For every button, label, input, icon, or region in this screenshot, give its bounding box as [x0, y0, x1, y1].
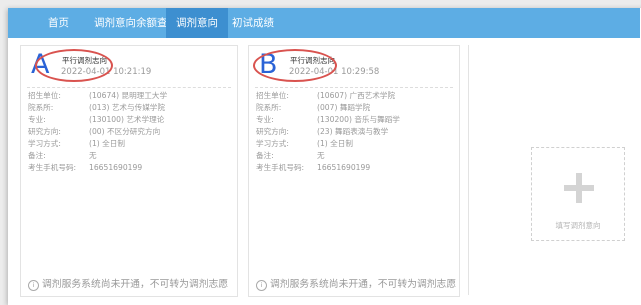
nav-item-exam-scores[interactable]: 初试成绩	[232, 8, 274, 38]
nav-item-home[interactable]: 首页	[48, 8, 69, 38]
field-remark: 备注: 无	[28, 150, 238, 162]
notice-text: 调剂服务系统尚未开通，不可转为调剂志愿	[42, 279, 229, 290]
nav-item-adjust-intent[interactable]: 调剂意向	[166, 8, 228, 38]
field-value: 16651690199	[89, 163, 143, 172]
intent-card-a: A 平行调剂志向 2022-04-01 10:21:19 招生单位: (1067…	[20, 45, 238, 297]
field-department: 院系所: (007) 舞蹈学院	[256, 102, 466, 114]
top-nav: 首页 调剂意向余额查询 调剂意向 初试成绩	[8, 8, 640, 38]
field-label: 考生手机号码:	[28, 163, 77, 172]
field-value: (013) 艺术与传媒学院	[89, 103, 165, 112]
field-label: 招生单位:	[256, 91, 289, 100]
field-label: 学习方式:	[28, 139, 61, 148]
field-unit: 招生单位: (10674) 昆明理工大学	[28, 90, 238, 102]
card-notice: i 调剂服务系统尚未开通，不可转为调剂志愿	[28, 276, 228, 291]
field-department: 院系所: (013) 艺术与传媒学院	[28, 102, 238, 114]
field-value: (23) 舞蹈表演与教学	[317, 127, 389, 136]
card-fields: 招生单位: (10674) 昆明理工大学 院系所: (013) 艺术与传媒学院 …	[28, 90, 238, 174]
field-value: 16651690199	[317, 163, 371, 172]
field-value: (00) 不区分研究方向	[89, 127, 161, 136]
add-intent-label: 填写调剂意向	[555, 221, 601, 230]
field-major: 专业: (130100) 艺术学理论	[28, 114, 238, 126]
info-icon: i	[28, 280, 39, 291]
field-label: 招生单位:	[28, 91, 61, 100]
field-label: 研究方向:	[256, 127, 289, 136]
field-phone: 考生手机号码: 16651690199	[256, 162, 466, 174]
field-value: 无	[317, 151, 325, 160]
field-value: (1) 全日制	[89, 139, 125, 148]
field-label: 学习方式:	[256, 139, 289, 148]
field-major: 专业: (130200) 音乐与舞蹈学	[256, 114, 466, 126]
field-remark: 备注: 无	[256, 150, 466, 162]
field-direction: 研究方向: (23) 舞蹈表演与教学	[256, 126, 466, 138]
divider	[27, 87, 231, 88]
field-label: 考生手机号码:	[256, 163, 305, 172]
field-label: 备注:	[28, 151, 46, 160]
add-intent-card: 填写调剂意向	[468, 45, 641, 295]
field-label: 研究方向:	[28, 127, 61, 136]
field-label: 专业:	[256, 115, 274, 124]
annotation-ellipse	[253, 49, 337, 82]
field-value: (10607) 广西艺术学院	[317, 91, 396, 100]
annotation-ellipse	[35, 49, 113, 82]
field-phone: 考生手机号码: 16651690199	[28, 162, 238, 174]
field-label: 备注:	[256, 151, 274, 160]
field-label: 院系所:	[256, 103, 282, 112]
divider	[255, 87, 453, 88]
field-study-mode: 学习方式: (1) 全日制	[28, 138, 238, 150]
info-icon: i	[256, 280, 267, 291]
card-notice: i 调剂服务系统尚未开通，不可转为调剂志愿	[256, 276, 456, 291]
field-label: 院系所:	[28, 103, 54, 112]
card-fields: 招生单位: (10607) 广西艺术学院 院系所: (007) 舞蹈学院 专业:…	[256, 90, 466, 174]
card-header: B 平行调剂志向 2022-04-01 10:29:58	[249, 46, 459, 86]
field-label: 专业:	[28, 115, 46, 124]
field-direction: 研究方向: (00) 不区分研究方向	[28, 126, 238, 138]
field-value: (1) 全日制	[317, 139, 353, 148]
field-study-mode: 学习方式: (1) 全日制	[256, 138, 466, 150]
intent-card-b: B 平行调剂志向 2022-04-01 10:29:58 招生单位: (1060…	[248, 45, 460, 297]
field-value: (130100) 艺术学理论	[89, 115, 165, 124]
field-value: (10674) 昆明理工大学	[89, 91, 168, 100]
field-unit: 招生单位: (10607) 广西艺术学院	[256, 90, 466, 102]
notice-text: 调剂服务系统尚未开通，不可转为调剂志愿	[270, 279, 457, 290]
field-value: (130200) 音乐与舞蹈学	[317, 115, 400, 124]
card-header: A 平行调剂志向 2022-04-01 10:21:19	[21, 46, 237, 86]
field-value: 无	[89, 151, 97, 160]
add-intent-button[interactable]: 填写调剂意向	[531, 147, 625, 241]
field-value: (007) 舞蹈学院	[317, 103, 371, 112]
